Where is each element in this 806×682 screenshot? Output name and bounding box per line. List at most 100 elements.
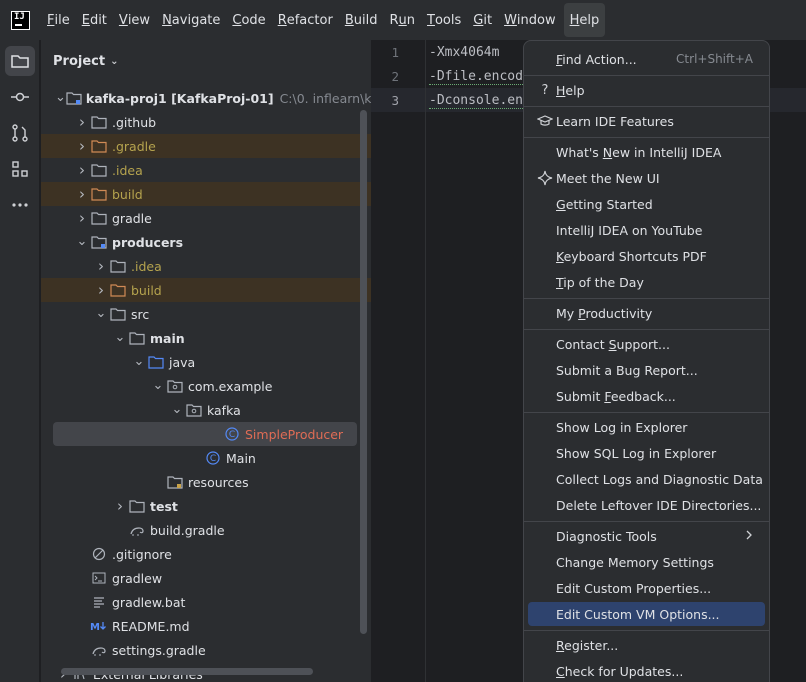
- menu-run[interactable]: Run: [383, 0, 421, 40]
- chevron-right-icon[interactable]: ›: [74, 185, 90, 203]
- tree-node[interactable]: › build: [41, 182, 371, 206]
- chevron-right-icon[interactable]: ›: [112, 497, 128, 515]
- menu-build[interactable]: Build: [339, 0, 384, 40]
- mnemonic-letter: H: [569, 12, 580, 28]
- menu-item-collect-logs-and-diagnostic-data[interactable]: Collect Logs and Diagnostic Data: [528, 467, 765, 491]
- menu-item-my-productivity[interactable]: My Productivity: [528, 301, 765, 325]
- chevron-down-icon[interactable]: ⌄: [93, 307, 109, 320]
- menu-window[interactable]: Window: [498, 0, 562, 40]
- chevron-down-icon[interactable]: ⌄: [150, 379, 166, 392]
- tree-node[interactable]: C SimpleProducer: [53, 422, 357, 446]
- tree-node[interactable]: ⌄ main: [41, 326, 371, 350]
- menu-refactor[interactable]: Refactor: [272, 0, 339, 40]
- chevron-right-icon[interactable]: ›: [74, 161, 90, 179]
- tree-node[interactable]: M README.md: [41, 614, 371, 638]
- menu-item-show-log-in-explorer[interactable]: Show Log in Explorer: [528, 415, 765, 439]
- menu-item-delete-leftover-ide-directories[interactable]: Delete Leftover IDE Directories...: [528, 493, 765, 517]
- code-line: -Dfile.encod: [429, 69, 523, 85]
- menu-view[interactable]: View: [113, 0, 156, 40]
- menu-item-label: Submit Feedback...: [556, 389, 676, 404]
- chevron-down-icon[interactable]: ⌄: [110, 56, 118, 67]
- tree-node[interactable]: .gitignore: [41, 542, 371, 566]
- tree-node[interactable]: gradlew: [41, 566, 371, 590]
- tree-node[interactable]: › .gradle: [41, 134, 371, 158]
- chevron-right-icon[interactable]: ›: [74, 113, 90, 131]
- project-tool-button[interactable]: [5, 46, 35, 76]
- help-dropdown-menu: Find Action... Ctrl+Shift+A ? Help Learn IDE…: [523, 40, 770, 682]
- menu-item-label: IntelliJ IDEA on YouTube: [556, 223, 702, 238]
- tree-node[interactable]: ⌄ java: [41, 350, 371, 374]
- horizontal-scrollbar[interactable]: [61, 668, 313, 675]
- menu-item-getting-started[interactable]: Getting Started: [528, 192, 765, 216]
- chevron-down-icon[interactable]: ⌄: [55, 91, 66, 104]
- menu-item-diagnostic-tools[interactable]: Diagnostic Tools: [528, 524, 765, 548]
- tree-node[interactable]: › gradle: [41, 206, 371, 230]
- chevron-right-icon[interactable]: ›: [74, 137, 90, 155]
- tree-node[interactable]: ⌄ com.example: [41, 374, 371, 398]
- menu-item-register[interactable]: Register...: [528, 633, 765, 657]
- mnemonic-letter: N: [162, 12, 172, 28]
- chevron-down-icon[interactable]: ⌄: [74, 235, 90, 248]
- menu-item-help[interactable]: ? Help: [528, 78, 765, 102]
- tree-node[interactable]: ⌄ kafka-proj1 [KafkaProj-01] C:\0. inflear…: [41, 86, 411, 110]
- menu-item-edit-custom-properties[interactable]: Edit Custom Properties...: [528, 576, 765, 600]
- folder-icon: [90, 114, 108, 130]
- menu-item-contact-support[interactable]: Contact Support...: [528, 332, 765, 356]
- tree-node[interactable]: › .github: [41, 110, 371, 134]
- module-folder-icon: [90, 234, 108, 250]
- vertical-scrollbar[interactable]: [360, 110, 367, 634]
- tree-node[interactable]: ⌄ producers: [41, 230, 371, 254]
- label-suffix: ip of the Day: [563, 274, 644, 290]
- mnemonic-letter: V: [118, 12, 128, 28]
- tree-node[interactable]: ⌄ src: [41, 302, 371, 326]
- tree-node-label: build: [112, 186, 143, 202]
- mnemonic-letter: H: [556, 82, 566, 98]
- menu-code[interactable]: Code: [226, 0, 271, 40]
- menu-git[interactable]: Git: [467, 0, 498, 40]
- menu-item-intellij-idea-on-youtube[interactable]: IntelliJ IDEA on YouTube: [528, 218, 765, 242]
- chevron-right-icon[interactable]: ›: [93, 257, 109, 275]
- label-prefix: Submit: [556, 388, 605, 404]
- intellij-logo-icon[interactable]: IJ: [11, 10, 30, 30]
- code-text: -Dfile.encod: [429, 69, 523, 85]
- chevron-right-icon[interactable]: ›: [74, 209, 90, 227]
- label-suffix: iew: [127, 12, 151, 28]
- chevron-right-icon[interactable]: ›: [93, 281, 109, 299]
- tree-node[interactable]: resources: [41, 470, 371, 494]
- menu-item-show-sql-log-in-explorer[interactable]: Show SQL Log in Explorer: [528, 441, 765, 465]
- tree-node[interactable]: C Main: [41, 446, 371, 470]
- menu-navigate[interactable]: Navigate: [156, 0, 226, 40]
- menu-edit[interactable]: Edit: [76, 0, 113, 40]
- tree-node[interactable]: › .idea: [41, 158, 371, 182]
- menu-item-tip-of-the-day[interactable]: Tip of the Day: [528, 270, 765, 294]
- menu-item-edit-custom-vm-options[interactable]: Edit Custom VM Options...: [528, 602, 765, 626]
- menu-tools[interactable]: Tools: [421, 0, 467, 40]
- project-view-header[interactable]: Project ⌄: [41, 40, 371, 82]
- tree-node[interactable]: build.gradle: [41, 518, 371, 542]
- tree-node[interactable]: ⌄ kafka: [41, 398, 371, 422]
- structure-tool-button[interactable]: [5, 154, 35, 184]
- chevron-down-icon[interactable]: ⌄: [112, 331, 128, 344]
- tree-node[interactable]: › test: [41, 494, 371, 518]
- menu-file[interactable]: File: [41, 0, 76, 40]
- menu-item-what-s-new-in-intellij-idea[interactable]: What's New in IntelliJ IDEA: [528, 140, 765, 164]
- menu-item-submit-feedback[interactable]: Submit Feedback...: [528, 384, 765, 408]
- commit-tool-button[interactable]: [5, 82, 35, 112]
- more-tools-button[interactable]: [5, 190, 35, 220]
- menu-item-submit-a-bug-report[interactable]: Submit a Bug Report...: [528, 358, 765, 382]
- tree-node[interactable]: settings.gradle: [41, 638, 371, 662]
- chevron-down-icon[interactable]: ⌄: [169, 403, 185, 416]
- menu-item-meet-the-new-ui[interactable]: Meet the New UI: [528, 166, 765, 190]
- menu-item-learn-ide-features[interactable]: Learn IDE Features: [528, 109, 765, 133]
- menu-item-check-for-updates[interactable]: Check for Updates...: [528, 659, 765, 682]
- chevron-down-icon[interactable]: ⌄: [131, 355, 147, 368]
- menu-item-keyboard-shortcuts-pdf[interactable]: Keyboard Shortcuts PDF: [528, 244, 765, 268]
- label-suffix: etting Started: [565, 196, 653, 212]
- pull-requests-tool-button[interactable]: [5, 118, 35, 148]
- tree-node[interactable]: › build: [41, 278, 371, 302]
- tree-node[interactable]: › .idea: [41, 254, 371, 278]
- menu-help[interactable]: Help: [563, 3, 606, 37]
- menu-item-change-memory-settings[interactable]: Change Memory Settings: [528, 550, 765, 574]
- tree-node[interactable]: gradlew.bat: [41, 590, 371, 614]
- menu-item-find-action[interactable]: Find Action... Ctrl+Shift+A: [528, 47, 765, 71]
